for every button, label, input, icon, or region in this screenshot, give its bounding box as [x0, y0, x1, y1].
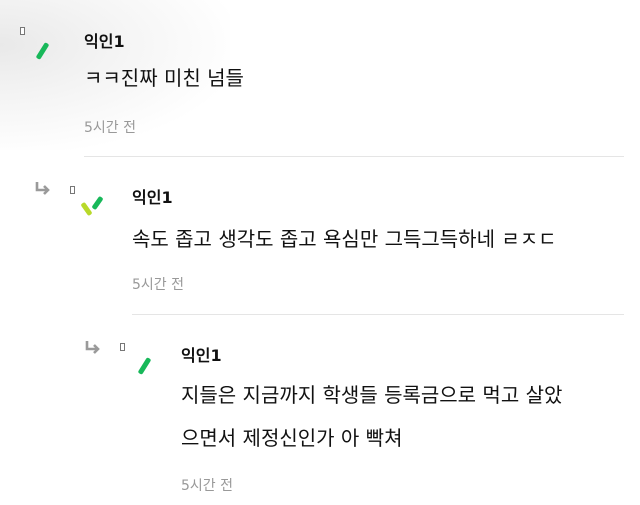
comment-3: 익인1 지들은 지금까지 학생들 등록금으로 먹고 살았 으면서 제정신인가 아… [0, 320, 640, 505]
comment-text-line-2: 으면서 제정신인가 아 빡쳐 [181, 426, 403, 450]
comment-author[interactable]: 익인1 [181, 342, 222, 366]
pin-icon [70, 186, 75, 194]
comment-divider [132, 314, 624, 315]
comment-time: 5시간 전 [84, 120, 136, 136]
comment-2: 익인1 속도 좁고 생각도 좁고 욕심만 그득그득하네 ㄹㅈㄷ 5시간 전 [0, 160, 640, 320]
comment-text: ㅋㅋ진짜 미친 넘들 [84, 66, 244, 90]
avatar[interactable] [20, 27, 50, 63]
comment-1: 익인1 ㅋㅋ진짜 미친 넘들 5시간 전 [0, 0, 640, 160]
avatar[interactable] [120, 343, 152, 379]
avatar-stroke [91, 195, 104, 211]
comment-time: 5시간 전 [132, 277, 184, 293]
reply-arrow-icon [85, 341, 100, 354]
avatar-stroke [137, 357, 152, 375]
reply-arrow-icon [35, 182, 50, 195]
avatar[interactable] [70, 186, 104, 222]
comment-text-line-1: 지들은 지금까지 학생들 등록금으로 먹고 살았 [181, 383, 563, 407]
comment-author[interactable]: 익인1 [84, 28, 125, 52]
avatar-stroke [35, 42, 50, 60]
avatar-stroke [80, 201, 93, 217]
comment-author[interactable]: 익인1 [132, 184, 173, 208]
comment-time: 5시간 전 [181, 478, 233, 494]
pin-icon [20, 27, 25, 35]
pin-icon [120, 343, 125, 351]
comment-text: 속도 좁고 생각도 좁고 욕심만 그득그득하네 ㄹㅈㄷ [132, 227, 557, 251]
comment-divider [84, 156, 624, 157]
